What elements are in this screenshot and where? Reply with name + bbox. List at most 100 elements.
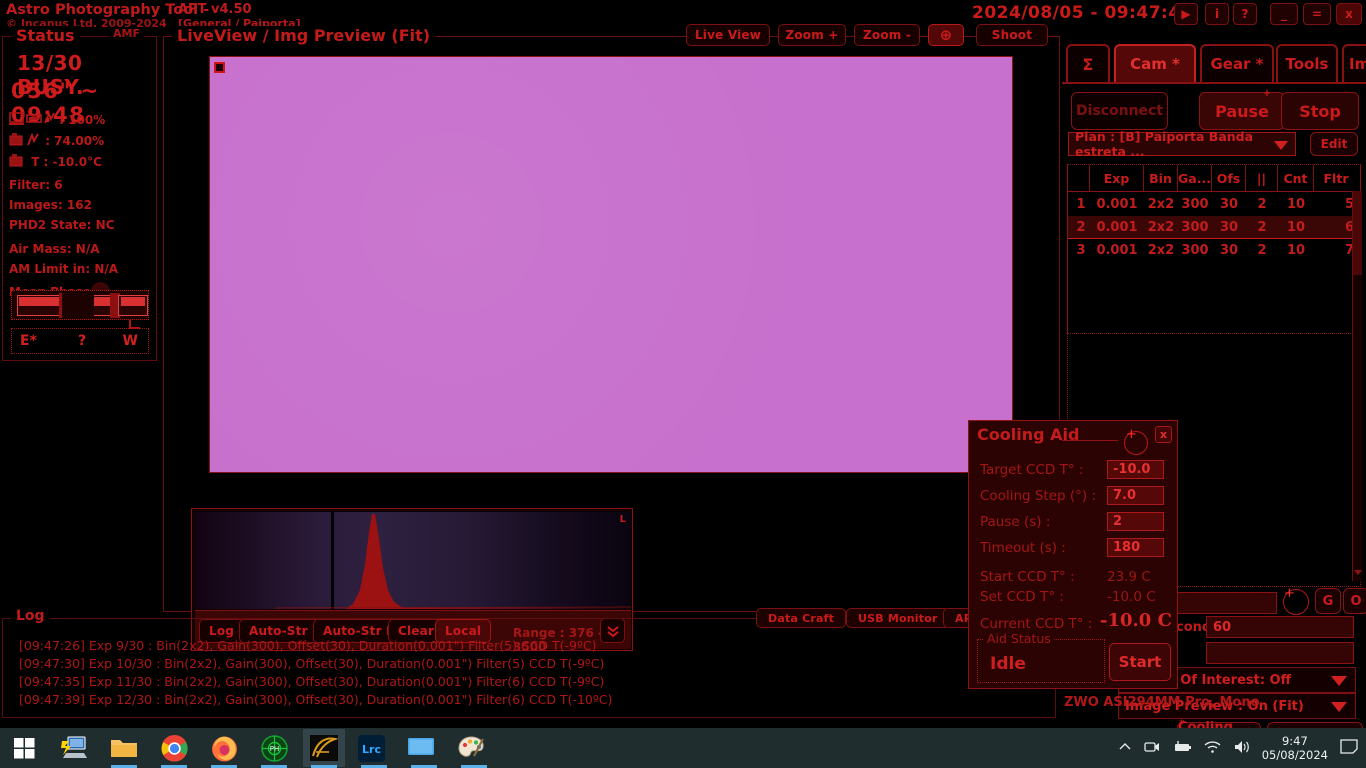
status-row-cam-usage: : 74.00% [9,132,104,150]
info-button[interactable]: i [1205,3,1229,25]
lightroom-classic-icon[interactable]: Lrc [355,732,387,764]
maximize-button[interactable]: = [1303,3,1331,25]
preview-star-marker[interactable] [214,62,225,73]
sparkle-icon: + [1126,427,1137,442]
crosshair-toggle-button[interactable]: ⊕ [928,24,964,46]
th-exp[interactable]: Exp [1090,165,1144,191]
cell-filter: 7 [1344,243,1354,258]
gauge-right-fill [121,297,145,306]
cell-cnt: 10 [1286,243,1306,258]
table-row[interactable]: 1 0.001 2x2 300 30 2 10 5 [1068,193,1360,216]
plan-scrollbar[interactable] [1352,191,1362,581]
show-hidden-icons[interactable] [1118,739,1132,758]
display-icon[interactable] [405,732,437,764]
tray-time: 9:47 [1281,733,1308,748]
start-ccd-temp-label: Start CCD T° : [980,569,1075,585]
table-row[interactable]: 3 0.001 2x2 300 30 2 10 7 [1068,239,1360,262]
cell-ofs: 30 [1219,197,1239,212]
th-filter[interactable]: Fltr [1314,165,1358,191]
timeout-seconds-input[interactable]: 180 [1107,538,1164,557]
camera-signal-icon [9,132,41,150]
th-cnt[interactable]: Cnt [1278,165,1314,191]
zoom-out-button[interactable]: Zoom - [854,24,920,46]
log-line: [09:47:30] Exp 10/30 : Bin(2x2), Gain(30… [19,656,605,671]
wifi-icon[interactable] [1204,739,1221,758]
gauge-gap [62,293,94,318]
status-panel: Status AMF 13/30 BUSY. 056" ~ 09:48 : 10… [2,26,157,361]
system-tray: 9:47 05/08/2024 [1118,728,1358,768]
tab-cam[interactable]: Cam * [1114,44,1196,82]
zoom-in-button[interactable]: Zoom + [778,24,846,46]
cell-bin: 2x2 [1147,220,1175,235]
camera-tray-icon[interactable] [1144,739,1160,758]
stop-button[interactable]: Stop [1281,92,1359,130]
tray-clock[interactable]: 9:47 05/08/2024 [1262,734,1328,763]
phd2-icon[interactable]: PH [258,732,290,764]
action-center-icon[interactable] [1340,738,1358,758]
cell-gain: 300 [1181,243,1209,258]
tab-gear[interactable]: Gear * [1200,44,1274,82]
th-bin[interactable]: Bin [1144,165,1178,191]
object-button[interactable]: O [1343,588,1366,614]
goto-button[interactable]: G [1315,588,1341,614]
volume-icon[interactable] [1233,739,1250,758]
tab-tools[interactable]: Tools [1276,44,1338,82]
chrome-icon[interactable] [158,732,190,764]
usb-monitor-button[interactable]: USB Monitor [846,608,950,628]
live-view-button[interactable]: Live View [686,24,770,46]
th-gain[interactable]: Ga... [1178,165,1212,191]
chevron-down-icon[interactable] [1331,676,1347,686]
scroll-down-icon[interactable] [1354,570,1362,575]
cooling-step-input[interactable]: 7.0 [1107,486,1164,505]
plan-select[interactable]: Plan : [B] Paiporta Banda estreta ... [1068,129,1296,159]
minimize-button[interactable]: _ [1270,3,1298,25]
preview-image[interactable] [210,57,1012,472]
cell-exp: 0.001 [1096,220,1138,235]
folder-icon[interactable] [108,732,140,764]
log-legend: Log [11,608,50,624]
status-row-phd2: PHD2 State: NC [9,218,115,232]
cell-ofs: 30 [1219,220,1239,235]
help-button[interactable]: ? [1233,3,1257,25]
histogram-curve [195,514,631,609]
target-ccd-temp-input[interactable]: -10.0 [1107,460,1164,479]
start-ccd-temp-value: 23.9 C [1107,569,1151,585]
status-row-airmass: Air Mass: N/A [9,242,100,256]
remote-desktop-icon[interactable] [58,732,90,764]
apt-icon[interactable] [303,729,345,767]
battery-icon[interactable] [1172,739,1192,758]
cell-parallel: 2 [1257,197,1267,212]
tab-sigma[interactable]: Σ [1066,44,1110,82]
plan-table[interactable]: Exp Bin Ga... Ofs || Cnt Fltr 1 0.001 2x… [1067,164,1361,334]
th-ofs[interactable]: Ofs [1212,165,1246,191]
close-button[interactable]: x [1336,3,1362,25]
compass-unknown: ? [78,333,87,349]
play-button[interactable]: ▶ [1174,3,1198,25]
cell-parallel: 2 [1257,243,1267,258]
gain-input[interactable] [1206,642,1354,664]
bulb-seconds-input[interactable]: 60 [1206,616,1354,638]
chevron-down-icon[interactable] [1274,141,1288,150]
chevron-down-icon[interactable] [1331,702,1347,712]
plan-scrollbar-thumb[interactable] [1353,191,1362,275]
histogram-plot[interactable]: L [195,512,631,609]
sparkle-icon: + [1284,586,1295,601]
data-craft-button[interactable]: Data Craft [756,608,847,628]
tab-img[interactable]: Img [1342,44,1366,82]
flat-indicator-widget [11,290,149,320]
plan-edit-button[interactable]: Edit [1310,132,1358,156]
th-parallel[interactable]: || [1246,165,1278,191]
paint-icon[interactable] [455,732,487,764]
close-icon[interactable]: x [1155,426,1172,443]
firefox-icon[interactable] [208,732,240,764]
cooling-start-button[interactable]: Start [1109,643,1171,681]
windows-taskbar: PH Lrc 9:47 05/08/2024 [0,728,1366,768]
table-row[interactable]: 2 0.001 2x2 300 30 2 10 6 [1068,216,1360,239]
disconnect-button[interactable]: Disconnect [1071,92,1168,130]
pause-button[interactable]: Pause [1199,92,1285,130]
start-button[interactable] [8,732,40,764]
pause-plus-icon: + [1262,87,1272,99]
shoot-button[interactable]: Shoot [976,24,1048,46]
timeout-seconds-label: Timeout (s) : [980,540,1066,556]
pause-seconds-input[interactable]: 2 [1107,512,1164,531]
